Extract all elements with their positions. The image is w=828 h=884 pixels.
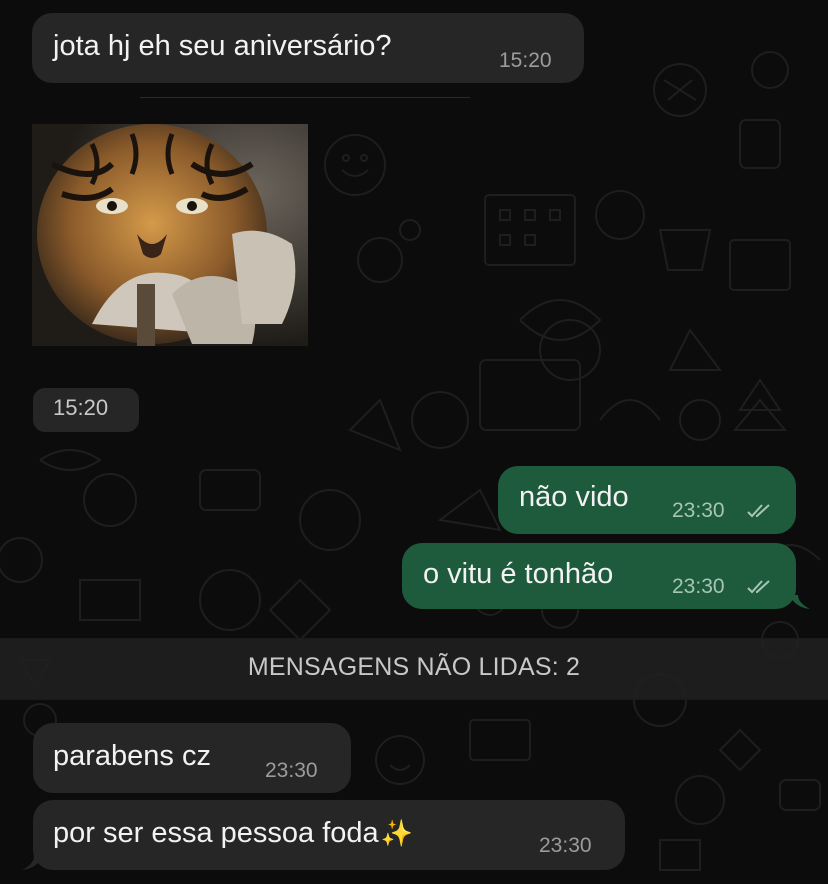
message-timestamp: 23:30 xyxy=(539,834,592,857)
message-timestamp: 15:20 xyxy=(53,395,109,420)
sparkles-emoji: ✨ xyxy=(380,818,414,848)
message-timestamp: 23:30 xyxy=(265,759,318,782)
message-text: por ser essa pessoa foda✨ xyxy=(53,816,413,850)
unread-messages-label: MENSAGENS NÃO LIDAS: 2 xyxy=(247,653,581,681)
message-text: parabens cz xyxy=(53,740,211,772)
divider-line xyxy=(140,97,470,98)
chat-thread[interactable]: jota hj eh seu aniversário? 15:20 15:20 … xyxy=(0,0,828,884)
bubble-tail xyxy=(22,856,42,870)
message-timestamp: 23:30 xyxy=(672,575,725,598)
message-text: o vitu é tonhão xyxy=(423,558,614,590)
double-check-icon xyxy=(747,504,770,518)
message-bubble-incoming[interactable]: jota hj eh seu aniversário? 15:20 xyxy=(32,13,584,83)
message-text-body: por ser essa pessoa foda xyxy=(53,817,379,849)
image-timestamp-pill: 15:20 xyxy=(33,388,139,432)
tiger-picture xyxy=(32,124,308,346)
message-bubble-outgoing[interactable]: o vitu é tonhão 23:30 xyxy=(402,543,796,609)
bubble-tail xyxy=(790,595,810,609)
message-timestamp: 23:30 xyxy=(672,499,725,522)
unread-messages-divider: MENSAGENS NÃO LIDAS: 2 xyxy=(0,638,828,700)
message-bubble-outgoing[interactable]: não vido 23:30 xyxy=(498,466,796,534)
message-text: jota hj eh seu aniversário? xyxy=(53,30,392,62)
message-bubble-incoming[interactable]: por ser essa pessoa foda✨ 23:30 xyxy=(33,800,625,870)
double-check-icon xyxy=(747,580,770,594)
tiger-image[interactable] xyxy=(32,124,308,346)
message-text: não vido xyxy=(519,481,629,513)
message-bubble-incoming[interactable]: parabens cz 23:30 xyxy=(33,723,351,793)
message-timestamp: 15:20 xyxy=(499,49,552,72)
